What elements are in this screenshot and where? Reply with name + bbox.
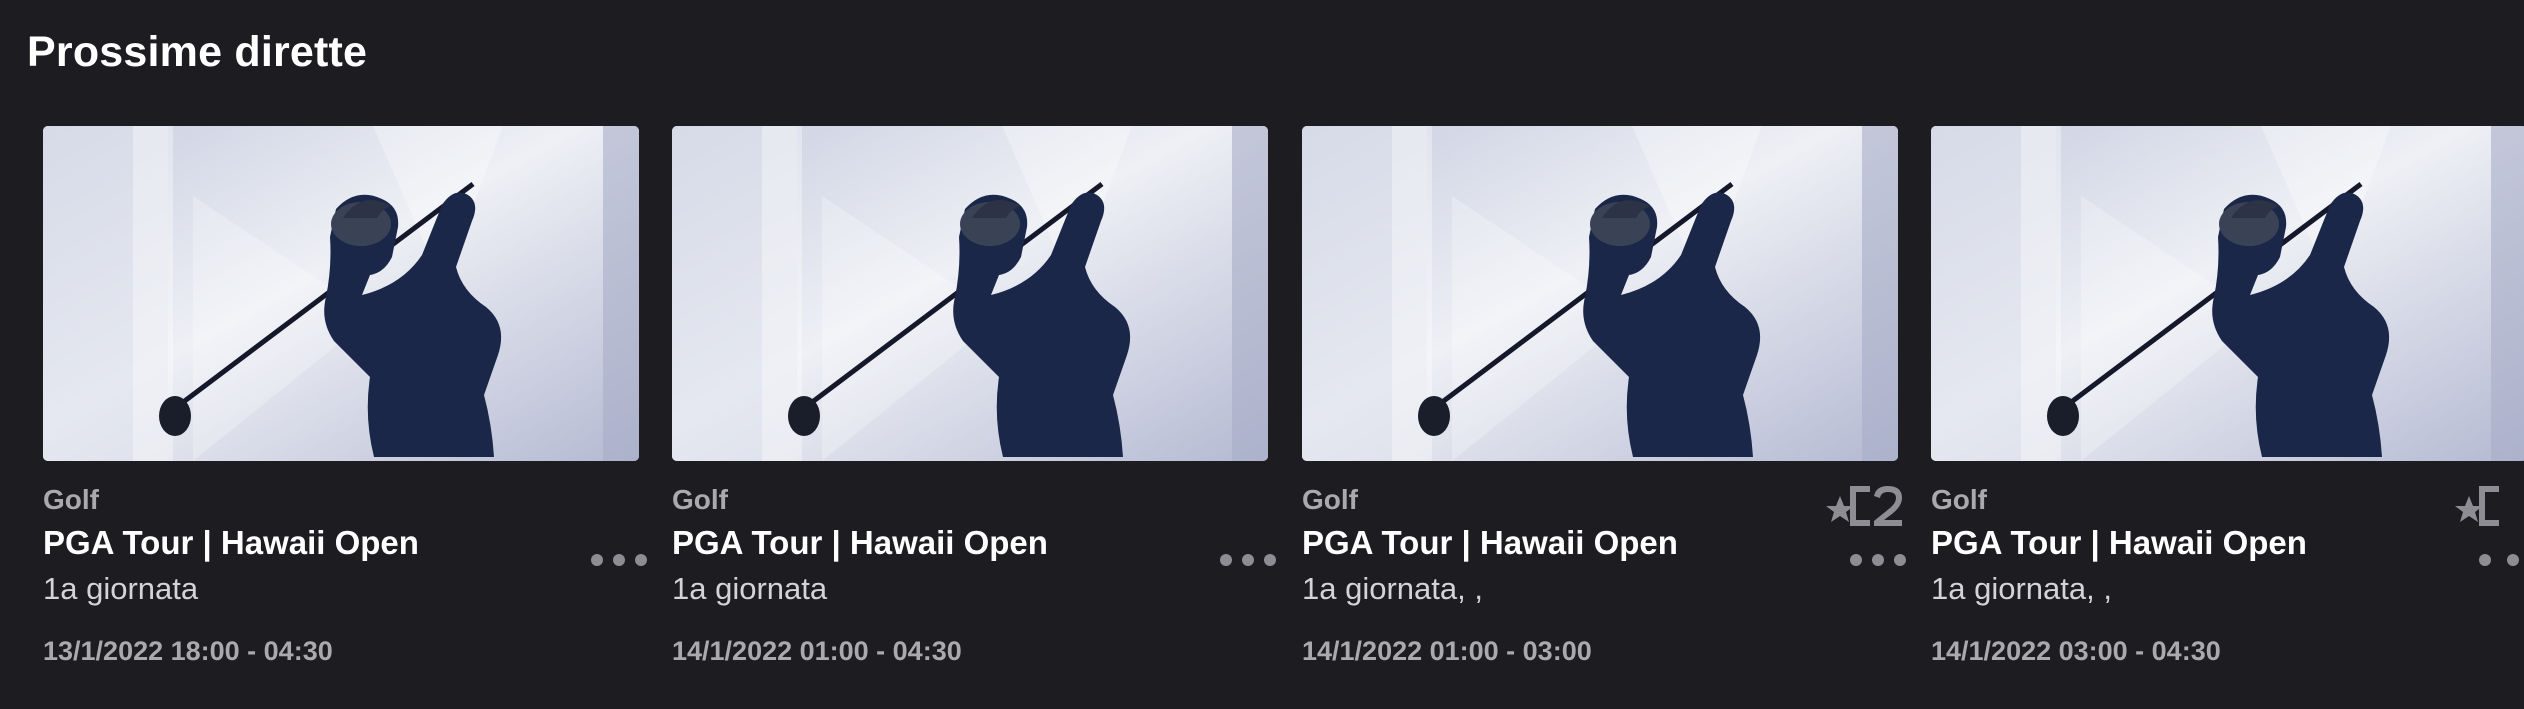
event-thumbnail[interactable] [672,126,1268,461]
event-title[interactable]: PGA Tour | Hawaii Open [43,524,419,562]
event-thumbnail[interactable] [1302,126,1898,461]
more-options-icon[interactable] [1850,548,1906,572]
event-card[interactable]: Golf PGA Tour | Hawaii Open 1a giornata,… [1302,126,1906,686]
upcoming-live-section: Prossime dirette Golf PGA Tour | Hawaii … [0,0,2524,709]
event-datetime: 14/1/2022 03:00 - 04:30 [1931,636,2221,666]
event-datetime: 13/1/2022 18:00 - 04:30 [43,636,333,666]
event-datetime: 14/1/2022 01:00 - 04:30 [672,636,962,666]
event-card[interactable]: Golf PGA Tour | Hawaii Open 1a giornata … [43,126,647,686]
more-options-icon[interactable] [591,548,647,572]
event-card[interactable]: Golf PGA Tour | Hawaii Open 1a giornata … [672,126,1276,686]
event-sport: Golf [672,484,728,515]
more-options-icon[interactable] [2479,548,2519,572]
event-card[interactable]: Golf PGA Tour | Hawaii Open 1a giornata,… [1931,126,2524,686]
event-title[interactable]: PGA Tour | Hawaii Open [1302,524,1678,562]
event-sport: Golf [1302,484,1358,515]
event-datetime: 14/1/2022 01:00 - 03:00 [1302,636,1592,666]
event-title[interactable]: PGA Tour | Hawaii Open [672,524,1048,562]
event-title[interactable]: PGA Tour | Hawaii Open [1931,524,2307,562]
event-sport: Golf [43,484,99,515]
event-subtitle: 1a giornata [672,571,828,606]
eurosport-2-icon [2455,486,2499,526]
section-title: Prossime dirette [27,28,368,76]
event-subtitle: 1a giornata [43,571,199,606]
eurosport-2-icon [1826,486,1902,526]
event-thumbnail[interactable] [1931,126,2524,461]
event-subtitle: 1a giornata, , [1302,571,1483,606]
event-sport: Golf [1931,484,1987,515]
more-options-icon[interactable] [1220,548,1276,572]
event-thumbnail[interactable] [43,126,639,461]
event-subtitle: 1a giornata, , [1931,571,2112,606]
